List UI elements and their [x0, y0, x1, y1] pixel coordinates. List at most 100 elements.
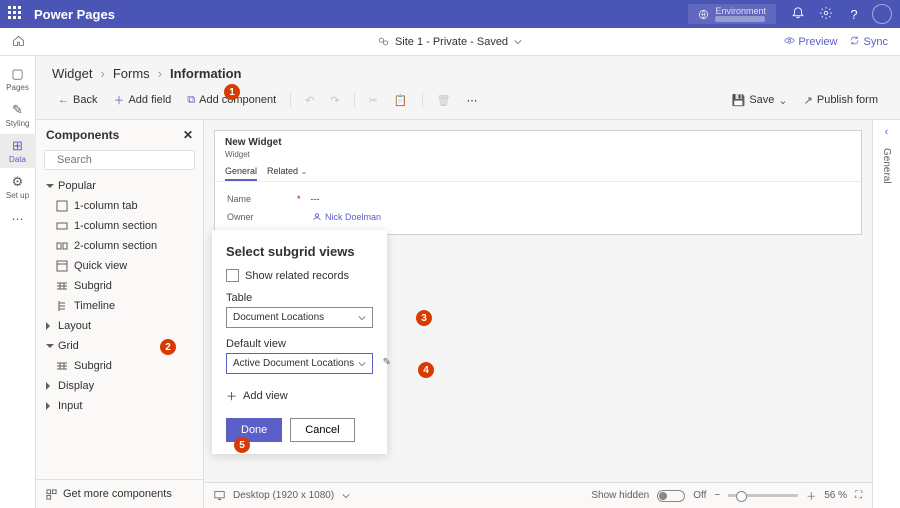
help-icon[interactable]: ?	[840, 7, 868, 22]
zoom-out-button[interactable]: −	[714, 490, 720, 501]
callout-4: 4	[418, 362, 434, 378]
component-1col-tab[interactable]: 1-column tab	[36, 196, 203, 216]
tab-general[interactable]: General	[225, 163, 257, 181]
rail-pages[interactable]: ▢Pages	[0, 62, 36, 96]
right-panel-label: General	[881, 148, 892, 184]
paste-button[interactable]: 📋	[388, 91, 414, 110]
site-bar: Site 1 - Private - Saved Preview Sync	[0, 28, 900, 56]
preview-link[interactable]: Preview	[784, 35, 837, 48]
component-1col-section[interactable]: 1-column section	[36, 216, 203, 236]
person-icon	[313, 213, 321, 221]
app-title: Power Pages	[34, 7, 115, 22]
settings-icon[interactable]	[812, 6, 840, 23]
field-value-name[interactable]: ---	[311, 194, 320, 204]
search-input[interactable]	[57, 154, 199, 166]
environment-picker[interactable]: Environment	[688, 4, 776, 24]
component-2col-section[interactable]: 2-column section	[36, 236, 203, 256]
right-panel-collapsed: ‹ General	[872, 120, 900, 508]
view-label: Default view	[226, 338, 373, 350]
site-icon	[378, 36, 389, 47]
status-bar: Desktop (1920 x 1080) Show hidden Off − …	[204, 482, 872, 508]
callout-2: 2	[160, 339, 176, 355]
required-icon: *	[297, 194, 301, 204]
cancel-button[interactable]: Cancel	[290, 418, 354, 442]
cut-button[interactable]: ✂	[363, 91, 384, 110]
field-value-owner[interactable]: Nick Doelman	[313, 212, 381, 222]
back-button[interactable]: ←Back	[52, 91, 103, 109]
publish-button[interactable]: ↗Publish form	[798, 91, 884, 110]
user-avatar[interactable]	[872, 4, 892, 24]
zoom-slider[interactable]	[728, 494, 798, 497]
rail-styling[interactable]: ✎Styling	[0, 98, 36, 132]
group-display[interactable]: Display	[36, 376, 203, 396]
rail-more-icon[interactable]: ⋯	[12, 212, 24, 226]
breadcrumb: Widget › Forms › Information	[36, 56, 900, 85]
component-quickview[interactable]: Quick view	[36, 256, 203, 276]
crumb-widget[interactable]: Widget	[52, 66, 92, 81]
tab-related[interactable]: Related ⌄	[267, 163, 307, 181]
get-more-components[interactable]: Get more components	[36, 479, 203, 508]
add-view-button[interactable]: ＋Add view	[226, 384, 373, 418]
callout-5: 5	[234, 437, 250, 453]
popup-title: Select subgrid views	[226, 244, 373, 259]
toggle-state: Off	[693, 490, 706, 501]
done-button[interactable]: Done	[226, 418, 282, 442]
add-field-button[interactable]: ＋Add field	[107, 89, 177, 111]
chevron-down-icon	[358, 314, 366, 322]
field-label-owner: Owner	[227, 212, 287, 222]
rail-data[interactable]: ⊞Data	[0, 134, 36, 168]
environment-label: Environment	[715, 6, 766, 16]
callout-1: 1	[224, 84, 240, 100]
expand-panel-button[interactable]: ‹	[885, 126, 889, 138]
component-timeline[interactable]: Timeline	[36, 296, 203, 316]
subgrid-popup: Select subgrid views Show related record…	[212, 230, 387, 454]
home-icon[interactable]	[0, 34, 36, 50]
group-popular[interactable]: Popular	[36, 176, 203, 196]
checkbox-icon	[226, 269, 239, 282]
form-subtitle: Widget	[215, 150, 861, 159]
zoom-in-button[interactable]: ＋	[806, 488, 816, 503]
chevron-right-icon: ›	[158, 66, 162, 81]
edit-icon[interactable]: ✎	[383, 357, 391, 368]
chevron-down-icon	[358, 360, 366, 368]
chevron-right-icon: ›	[100, 66, 104, 81]
chevron-down-icon[interactable]	[342, 492, 350, 500]
notifications-icon[interactable]	[784, 6, 812, 23]
form-title: New Widget	[215, 131, 861, 150]
more-button[interactable]: ⋯	[461, 91, 484, 110]
toolbar: ←Back ＋Add field ⧉Add component ↶ ↷ ✂ 📋 …	[36, 85, 900, 120]
component-subgrid[interactable]: Subgrid	[36, 276, 203, 296]
callout-3: 3	[416, 310, 432, 326]
redo-button[interactable]: ↷	[324, 91, 345, 110]
crumb-current: Information	[170, 66, 242, 81]
show-hidden-label: Show hidden	[591, 490, 649, 501]
site-name[interactable]: Site 1 - Private - Saved	[395, 36, 508, 48]
undo-button[interactable]: ↶	[299, 91, 320, 110]
environment-name-redacted	[715, 16, 765, 22]
components-panel: Components ✕ Popular 1-column tab 1-colu…	[36, 120, 204, 508]
group-layout[interactable]: Layout	[36, 316, 203, 336]
save-button[interactable]: 💾Save ⌄	[726, 91, 794, 110]
component-grid-subgrid[interactable]: Subgrid	[36, 356, 203, 376]
group-grid[interactable]: Grid	[36, 336, 203, 356]
app-header: Power Pages Environment ?	[0, 0, 900, 28]
desktop-icon	[214, 490, 225, 501]
device-picker[interactable]: Desktop (1920 x 1080)	[233, 490, 334, 501]
table-select[interactable]: Document Locations	[226, 307, 373, 328]
components-search[interactable]	[44, 150, 195, 170]
crumb-forms[interactable]: Forms	[113, 66, 150, 81]
delete-button[interactable]: 🗑	[431, 91, 457, 110]
group-input[interactable]: Input	[36, 396, 203, 416]
show-related-checkbox[interactable]: Show related records	[226, 269, 373, 282]
addon-icon	[46, 489, 57, 500]
view-select[interactable]: Active Document Locations	[226, 353, 373, 374]
show-hidden-toggle[interactable]	[657, 490, 685, 502]
chevron-down-icon[interactable]	[514, 38, 522, 46]
fit-icon[interactable]: ⛶	[855, 490, 862, 501]
sync-link[interactable]: Sync	[849, 35, 888, 48]
left-rail: ▢Pages ✎Styling ⊞Data ⚙Set up ⋯	[0, 56, 36, 508]
form-canvas[interactable]: New Widget Widget General Related ⌄ Name…	[214, 130, 862, 235]
waffle-icon[interactable]	[8, 6, 24, 22]
rail-setup[interactable]: ⚙Set up	[0, 170, 36, 204]
close-icon[interactable]: ✕	[183, 128, 193, 142]
